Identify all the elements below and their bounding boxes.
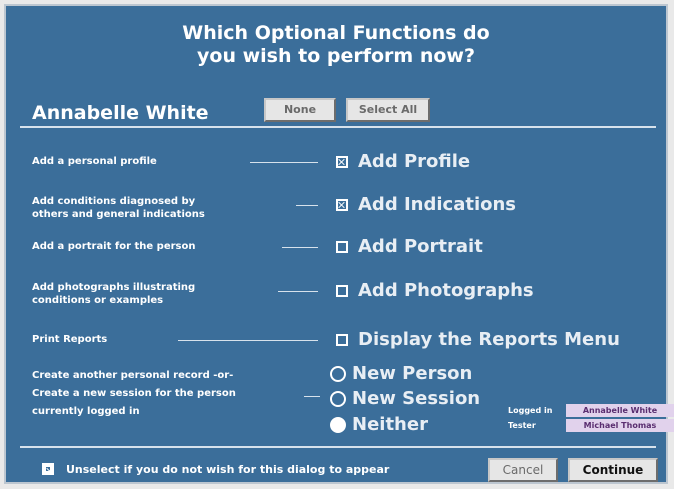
profile-description: Add a personal profile (32, 155, 157, 168)
neither-radio[interactable]: Neither (330, 414, 428, 435)
photographs-description-line-2: conditions or examples (32, 295, 164, 306)
checkbox-empty-icon (336, 240, 348, 253)
indications-description-line-1: Add conditions diagnosed by (32, 196, 196, 207)
indications-description-line-2: others and general indications (32, 209, 205, 220)
logged-in-label: Logged in (508, 406, 553, 415)
radio-empty-icon (330, 390, 346, 407)
add-indications-checkbox[interactable]: Add Indications (336, 194, 516, 215)
person-name: Annabelle White (32, 102, 209, 124)
create-description-line-3: currently logged in (32, 406, 140, 417)
add-photographs-checkbox[interactable]: Add Photographs (336, 280, 534, 301)
checkbox-checked-icon (336, 198, 348, 211)
create-description: Create another personal record -or- Crea… (32, 367, 236, 421)
add-profile-label: Add Profile (358, 151, 471, 172)
add-portrait-checkbox[interactable]: Add Portrait (336, 236, 483, 257)
add-photographs-label: Add Photographs (358, 280, 534, 301)
divider-top (20, 126, 656, 128)
create-description-line-1: Create another personal record -or- (32, 370, 234, 381)
checkbox-empty-icon (336, 284, 348, 297)
checkbox-checked-icon (336, 155, 348, 168)
show-dialog-label: Unselect if you do not wish for this dia… (66, 463, 390, 476)
radio-selected-icon (330, 416, 346, 433)
continue-button[interactable]: Continue (568, 458, 658, 482)
tester-label: Tester (508, 421, 536, 430)
indications-description: Add conditions diagnosed by others and g… (32, 195, 205, 221)
connector-line (304, 396, 320, 397)
connector-line (278, 291, 318, 292)
profile-description-line: Add a personal profile (32, 156, 157, 167)
connector-line (250, 162, 318, 163)
none-button[interactable]: None (264, 98, 336, 122)
new-person-radio[interactable]: New Person (330, 363, 472, 384)
add-portrait-label: Add Portrait (358, 236, 483, 257)
add-profile-checkbox[interactable]: Add Profile (336, 151, 470, 172)
add-indications-label: Add Indications (358, 194, 517, 215)
optional-functions-dialog: Which Optional Functions do you wish to … (4, 4, 674, 484)
logged-in-value: Annabelle White (566, 404, 674, 417)
divider-bottom (20, 446, 656, 448)
new-session-label: New Session (352, 388, 481, 409)
portrait-description: Add a portrait for the person (32, 240, 196, 253)
checkbox-checked-icon (44, 465, 52, 473)
connector-line (296, 205, 318, 206)
display-reports-menu-checkbox[interactable]: Display the Reports Menu (336, 329, 620, 350)
new-person-label: New Person (352, 363, 473, 384)
title-line-2: you wish to perform now? (197, 45, 475, 67)
photographs-description: Add photographs illustrating conditions … (32, 281, 195, 307)
display-reports-menu-label: Display the Reports Menu (358, 329, 620, 350)
title-line-1: Which Optional Functions do (182, 22, 490, 44)
cancel-button[interactable]: Cancel (488, 458, 558, 482)
create-description-line-2: Create a new session for the person (32, 388, 236, 399)
tester-value: Michael Thomas (566, 419, 674, 432)
connector-line (282, 247, 318, 248)
radio-empty-icon (330, 365, 346, 382)
checkbox-empty-icon (336, 333, 348, 346)
show-dialog-checkbox[interactable] (42, 463, 54, 475)
neither-label: Neither (352, 414, 428, 435)
print-reports-description: Print Reports (32, 333, 107, 346)
connector-line (178, 340, 318, 341)
photographs-description-line-1: Add photographs illustrating (32, 282, 196, 293)
portrait-description-line: Add a portrait for the person (32, 241, 196, 252)
print-reports-description-line: Print Reports (32, 334, 108, 345)
dialog-title: Which Optional Functions do you wish to … (6, 22, 666, 68)
new-session-radio[interactable]: New Session (330, 388, 480, 409)
select-all-button[interactable]: Select All (346, 98, 430, 122)
